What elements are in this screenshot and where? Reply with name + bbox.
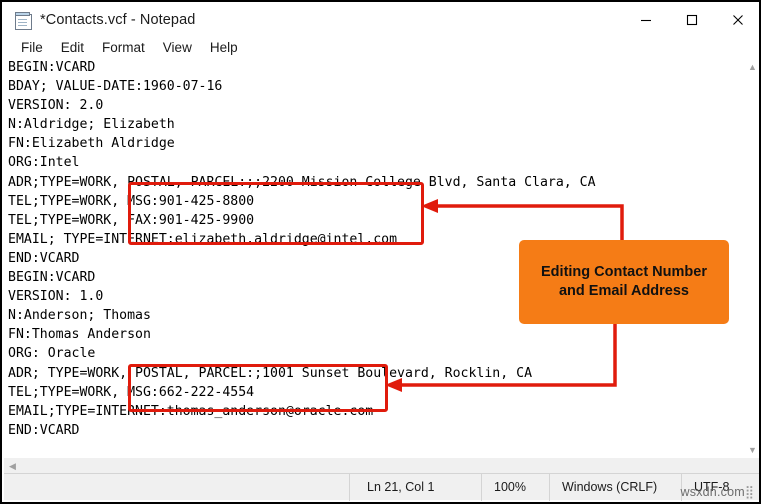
editor-line: ORG:Intel <box>8 155 80 171</box>
minimize-button[interactable] <box>623 4 669 36</box>
status-line-ending: Windows (CRLF) <box>549 473 681 501</box>
editor-line: TEL;TYPE=WORK, MSG:901-425-8800 <box>8 193 255 209</box>
status-bar: Ln 21, Col 1 100% Windows (CRLF) UTF-8 <box>4 473 759 501</box>
editor-line: EMAIL; TYPE=INTERNET:elizabeth.aldridge@… <box>8 231 398 247</box>
menu-item-format[interactable]: Format <box>93 38 154 57</box>
close-icon <box>733 15 743 25</box>
menu-item-file[interactable]: File <box>12 38 52 57</box>
editor-line: ORG: Oracle <box>8 346 96 362</box>
window-title: *Contacts.vcf - Notepad <box>40 12 196 28</box>
editor-line: BDAY; VALUE-DATE:1960-07-16 <box>8 79 223 95</box>
scroll-down-icon[interactable]: ▼ <box>744 441 759 458</box>
menu-item-edit[interactable]: Edit <box>52 38 93 57</box>
watermark-text: wsxdn.com <box>680 485 745 499</box>
editor-line: TEL;TYPE=WORK, FAX:901-425-9900 <box>8 212 255 228</box>
editor-line: END:VCARD <box>8 422 80 438</box>
maximize-button[interactable] <box>669 4 715 36</box>
editor-line: VERSION: 1.0 <box>8 289 104 305</box>
editor-area: BEGIN:VCARD BDAY; VALUE-DATE:1960-07-16 … <box>4 58 759 475</box>
editor-line: N:Aldridge; Elizabeth <box>8 117 175 133</box>
notepad-icon <box>14 11 32 30</box>
editor-line: FN:Elizabeth Aldridge <box>8 136 175 152</box>
editor-line: VERSION: 2.0 <box>8 98 104 114</box>
editor-line: BEGIN:VCARD <box>8 270 96 286</box>
status-zoom-level: 100% <box>481 473 549 501</box>
editor-line: ADR;TYPE=WORK, POSTAL, PARCEL:;;2200 Mis… <box>8 174 596 190</box>
menu-item-view[interactable]: View <box>154 38 201 57</box>
title-bar: *Contacts.vcf - Notepad <box>4 4 759 36</box>
editor-line: TEL;TYPE=WORK, MSG:662-222-4554 <box>8 384 255 400</box>
minimize-icon <box>641 19 651 22</box>
editor-line: EMAIL;TYPE=INTERNET:thomas_anderson@orac… <box>8 403 374 419</box>
menu-bar: File Edit Format View Help <box>4 36 759 58</box>
text-editor[interactable]: BEGIN:VCARD BDAY; VALUE-DATE:1960-07-16 … <box>4 58 744 458</box>
editor-line: BEGIN:VCARD <box>8 60 96 75</box>
watermark: wsxdn.com⣿ <box>680 484 755 499</box>
vertical-scrollbar-track[interactable] <box>744 75 759 441</box>
window-controls <box>623 4 759 36</box>
close-button[interactable] <box>715 4 759 36</box>
scroll-up-icon[interactable]: ▲ <box>744 58 759 75</box>
notepad-window: *Contacts.vcf - Notepad File Edit Format… <box>0 0 761 504</box>
editor-line: END:VCARD <box>8 250 80 266</box>
status-cursor-position: Ln 21, Col 1 <box>349 473 481 501</box>
editor-line: FN:Thomas Anderson <box>8 327 151 343</box>
maximize-icon <box>686 14 698 26</box>
editor-line: ADR; TYPE=WORK, POSTAL, PARCEL:;1001 Sun… <box>8 365 533 381</box>
vertical-scrollbar[interactable]: ▲ ▼ <box>743 58 759 458</box>
watermark-dots: ⣿ <box>744 485 754 499</box>
editor-line: N:Anderson; Thomas <box>8 308 151 324</box>
menu-item-help[interactable]: Help <box>201 38 247 57</box>
